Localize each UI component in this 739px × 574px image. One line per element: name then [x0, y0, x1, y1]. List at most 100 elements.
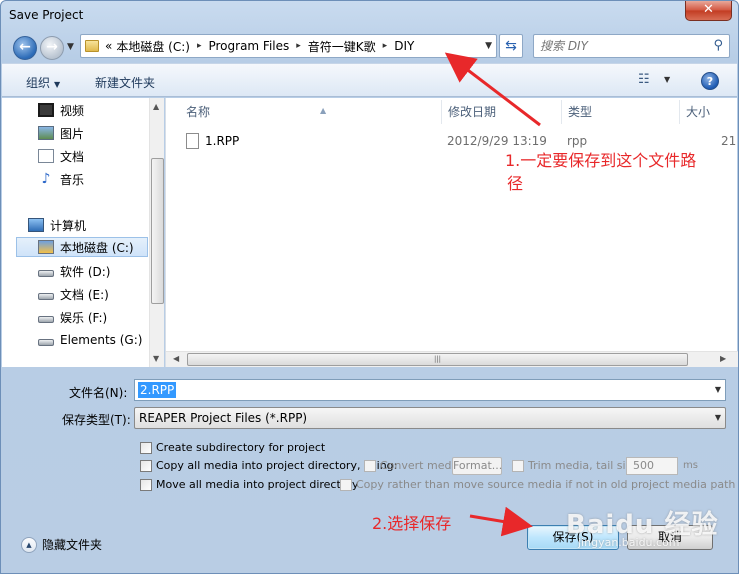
hide-folders-label: 隐藏文件夹: [42, 538, 103, 552]
file-size: 21: [721, 134, 737, 148]
sidebar-item-music[interactable]: ♪ 音乐: [38, 169, 84, 189]
checkbox-box[interactable]: [340, 478, 352, 491]
sidebar-item-label: 图片: [60, 126, 85, 141]
copy-rather-checkbox[interactable]: Copy rather than move source media if no…: [340, 478, 735, 491]
filetype-value: REAPER Project Files (*.RPP): [139, 411, 308, 425]
address-dropdown-icon[interactable]: ▼: [485, 41, 492, 51]
column-header-date[interactable]: 修改日期: [442, 100, 562, 124]
sidebar-item-label: 视频: [60, 103, 85, 118]
sidebar-item-drive-g[interactable]: Elements (G:): [38, 330, 142, 350]
view-dropdown-icon[interactable]: ▼: [664, 75, 670, 84]
back-button[interactable]: ←: [13, 36, 37, 60]
scroll-right-icon[interactable]: ▶: [720, 354, 726, 363]
scrollbar-thumb[interactable]: |||: [187, 353, 688, 366]
forward-button[interactable]: →: [40, 36, 64, 60]
scroll-down-icon[interactable]: ▼: [153, 354, 159, 363]
refresh-button[interactable]: ⇆: [499, 34, 523, 58]
annotation-note-2: 2.选择保存: [372, 514, 452, 533]
sidebar-item-label: Elements (G:): [60, 333, 143, 347]
filename-field[interactable]: 2.RPP ▼: [134, 379, 726, 401]
checkbox-box[interactable]: [140, 478, 152, 491]
column-header-type[interactable]: 类型: [562, 100, 680, 124]
filetype-select[interactable]: REAPER Project Files (*.RPP) ▼: [134, 407, 726, 429]
checkbox-label: Convert media: [380, 459, 462, 472]
organize-menu[interactable]: 组织 ▼: [26, 74, 60, 91]
breadcrumb-separator[interactable]: ▸: [197, 41, 202, 51]
drive-icon: [38, 292, 54, 300]
documents-icon: [38, 149, 54, 163]
horizontal-scrollbar[interactable]: ◀ ||| ▶: [166, 351, 738, 367]
breadcrumb-drive[interactable]: 本地磁盘 (C:): [116, 38, 190, 55]
video-icon: [38, 103, 54, 117]
column-header-name[interactable]: 名称 ▲: [180, 100, 442, 124]
checkbox-box[interactable]: [512, 459, 524, 472]
folder-icon: [85, 40, 99, 52]
sidebar-item-computer[interactable]: 计算机: [28, 215, 86, 235]
filename-value[interactable]: 2.RPP: [138, 382, 177, 398]
search-icon[interactable]: ⚲: [713, 38, 723, 53]
annotation-note-1-cont: 径: [507, 174, 524, 193]
checkbox-box[interactable]: [140, 441, 152, 454]
save-options: Create subdirectory for project Copy all…: [132, 435, 735, 497]
sidebar-item-label: 文档 (E:): [60, 287, 109, 302]
move-media-checkbox[interactable]: Move all media into project directory: [140, 478, 359, 491]
file-list: 名称 ▲ 修改日期 类型 大小 1.RPP 2012/9/29 13:19 rpp…: [165, 98, 738, 367]
help-icon[interactable]: ?: [701, 72, 719, 90]
format-button[interactable]: Format...: [452, 457, 502, 475]
checkbox-label: Copy all media into project directory, u…: [156, 459, 398, 472]
breadcrumb-program-files[interactable]: Program Files: [208, 39, 289, 53]
sidebar-item-documents[interactable]: 文档: [38, 146, 84, 166]
search-box[interactable]: ⚲: [533, 34, 730, 58]
scroll-up-icon[interactable]: ▲: [153, 102, 159, 111]
sidebar-item-videos[interactable]: 视频: [38, 100, 84, 120]
chevron-down-icon[interactable]: ▼: [715, 413, 721, 422]
scroll-left-icon[interactable]: ◀: [173, 354, 179, 363]
sidebar-item-drive-c[interactable]: 本地磁盘 (C:): [16, 237, 148, 257]
scrollbar-thumb[interactable]: [151, 158, 164, 304]
recent-locations-dropdown[interactable]: ▼: [67, 42, 74, 52]
sidebar-item-drive-e[interactable]: 文档 (E:): [38, 284, 109, 304]
close-button[interactable]: ✕: [685, 1, 732, 21]
save-project-dialog: Save Project ✕ ← → ▼ « 本地磁盘 (C:) ▸ Progr…: [0, 0, 739, 574]
title-bar[interactable]: Save Project ✕: [1, 1, 738, 31]
navigation-scrollbar[interactable]: ▲ ▼: [149, 98, 164, 367]
checkbox-box[interactable]: [364, 459, 376, 472]
view-options-icon[interactable]: ☷: [638, 72, 650, 87]
window-title: Save Project: [9, 8, 84, 22]
column-header-size[interactable]: 大小: [680, 100, 738, 124]
search-input[interactable]: [540, 36, 705, 56]
music-icon: ♪: [41, 171, 51, 187]
convert-media-checkbox[interactable]: Convert media: [364, 459, 461, 472]
computer-icon: [28, 218, 44, 232]
drive-icon: [38, 315, 54, 323]
trim-media-checkbox[interactable]: Trim media, tail size:: [512, 459, 642, 472]
hide-folders-toggle[interactable]: ▲ 隐藏文件夹: [21, 536, 102, 553]
breadcrumb-diy[interactable]: DIY: [394, 39, 414, 53]
sidebar-item-label: 娱乐 (F:): [60, 310, 108, 325]
annotation-note-1: 1.一定要保存到这个文件路: [505, 151, 697, 170]
new-folder-button[interactable]: 新建文件夹: [95, 74, 155, 91]
tail-unit: ms: [683, 460, 698, 471]
windows-drive-icon: [38, 240, 54, 254]
copy-media-checkbox[interactable]: Copy all media into project directory, u…: [140, 459, 397, 472]
sidebar-item-drive-f[interactable]: 娱乐 (F:): [38, 307, 107, 327]
filename-label: 文件名(N):: [69, 386, 128, 400]
collapse-icon: ▲: [21, 536, 37, 553]
back-arrow-icon: ←: [19, 39, 31, 55]
checkbox-box[interactable]: [140, 459, 152, 472]
sidebar-item-drive-d[interactable]: 软件 (D:): [38, 261, 110, 281]
sidebar-item-pictures[interactable]: 图片: [38, 123, 84, 143]
file-type: rpp: [567, 134, 588, 148]
address-bar[interactable]: « 本地磁盘 (C:) ▸ Program Files ▸ 音符一键K歌 ▸ D…: [80, 34, 497, 58]
breadcrumb-separator[interactable]: ▸: [296, 41, 301, 51]
pictures-icon: [38, 126, 54, 140]
chevron-down-icon[interactable]: ▼: [715, 385, 721, 394]
column-header-label: 名称: [186, 105, 211, 119]
tail-size-input[interactable]: 500: [626, 457, 678, 475]
create-subdirectory-checkbox[interactable]: Create subdirectory for project: [140, 441, 325, 454]
table-row[interactable]: 1.RPP: [186, 130, 239, 152]
breadcrumb-app-folder[interactable]: 音符一键K歌: [308, 38, 376, 55]
breadcrumb-separator[interactable]: ▸: [383, 41, 388, 51]
sort-arrow-icon: ▲: [320, 106, 327, 115]
breadcrumb-overflow[interactable]: «: [105, 39, 112, 53]
